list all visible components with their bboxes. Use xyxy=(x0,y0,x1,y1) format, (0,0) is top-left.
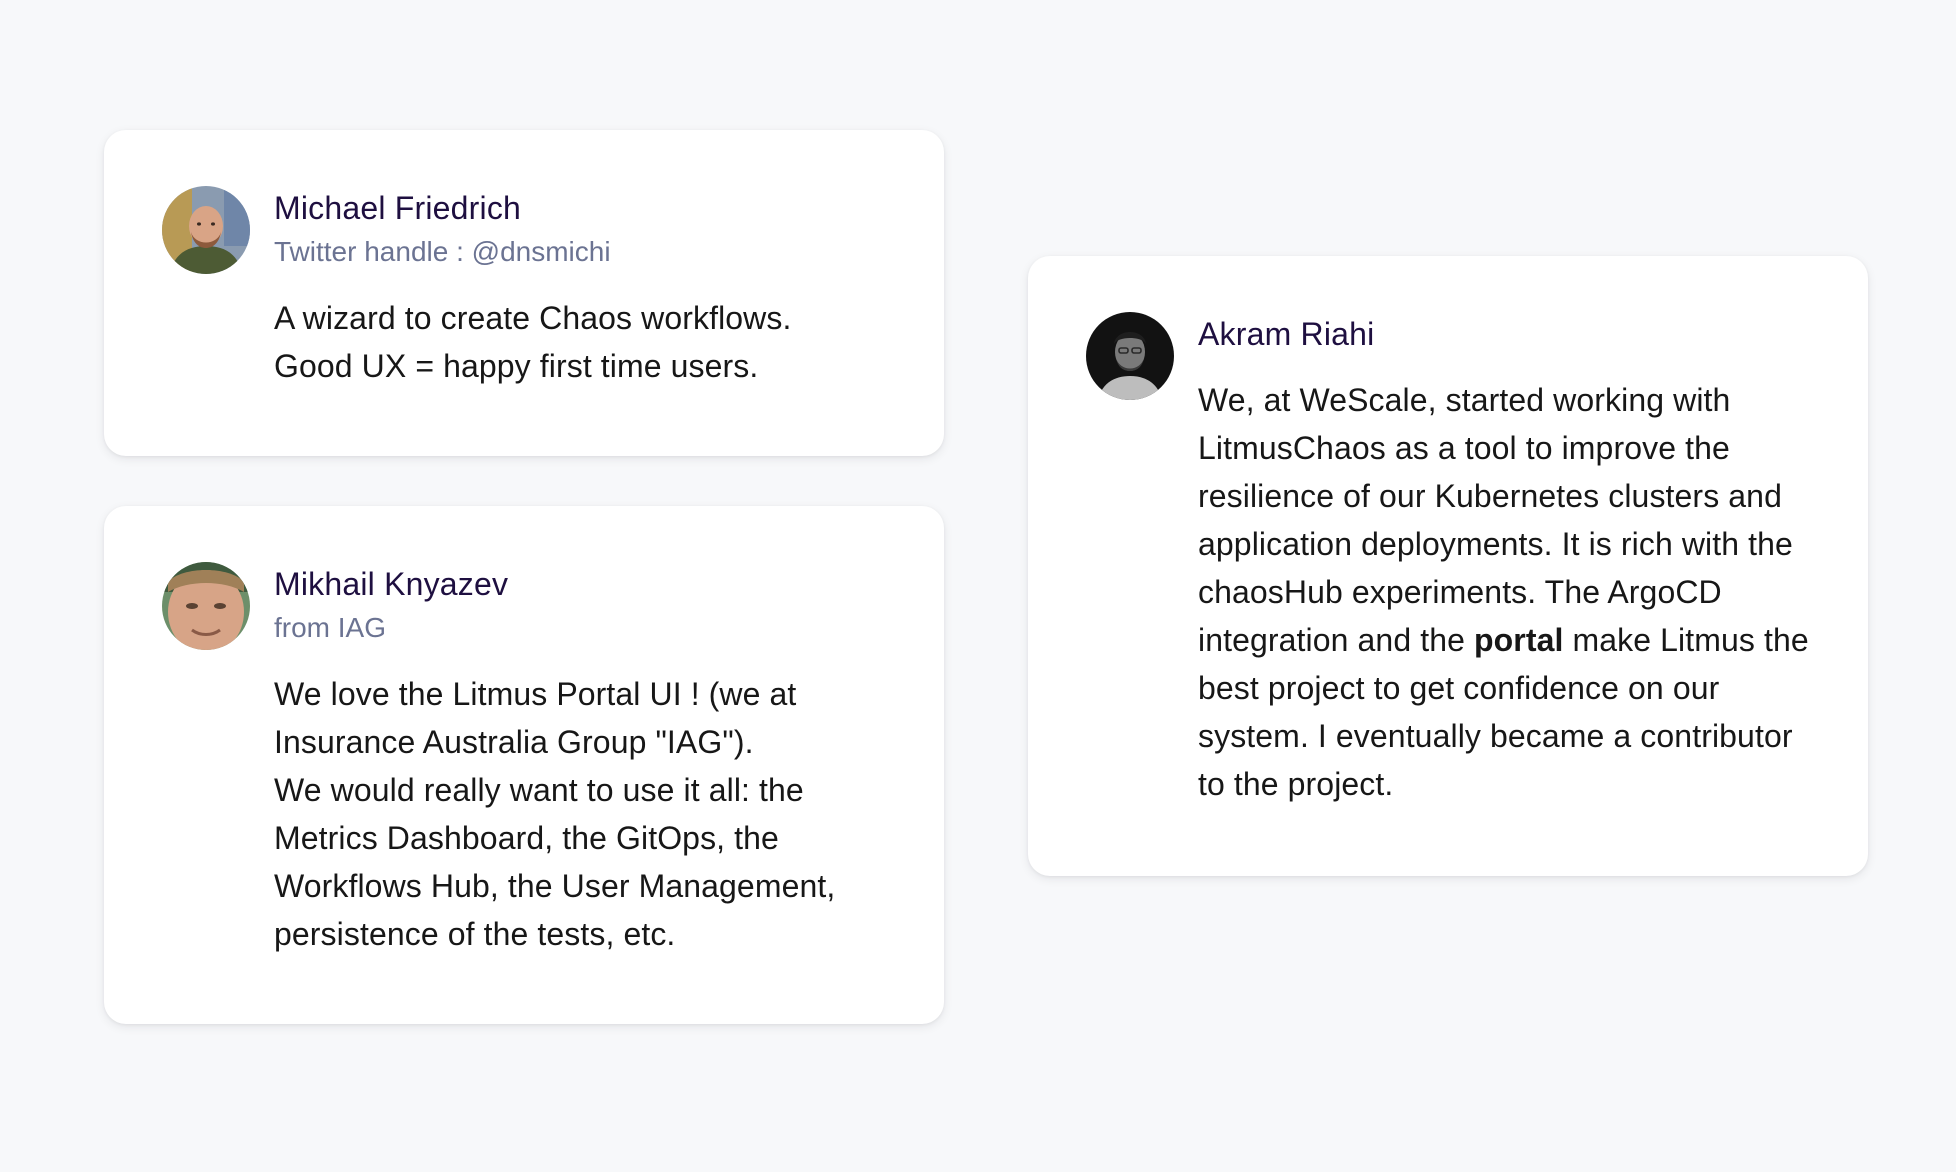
avatar-photo-mikhail xyxy=(162,562,250,650)
avatar-photo-akram xyxy=(1086,312,1174,400)
author-name: Michael Friedrich xyxy=(274,190,522,226)
quote-line: We would really want to use it all: the … xyxy=(274,772,836,952)
testimonial-quote: We, at WeScale, started working with Lit… xyxy=(1198,376,1828,808)
author-name: Akram Riahi xyxy=(1198,316,1375,352)
quote-bold-text: portal xyxy=(1473,622,1564,658)
testimonial-quote: We love the Litmus Portal UI ! (we at In… xyxy=(274,670,904,958)
author-subtitle: from IAG xyxy=(274,612,387,643)
testimonial-card-mikhail-knyazev: Mikhail Knyazev from IAG We love the Lit… xyxy=(104,506,944,1024)
testimonial-card-michael-friedrich: Michael Friedrich Twitter handle : @dnsm… xyxy=(104,130,944,456)
avatar xyxy=(162,186,250,274)
author-name: Mikhail Knyazev xyxy=(274,566,509,602)
testimonial-card-akram-riahi: Akram Riahi We, at WeScale, started work… xyxy=(1028,256,1868,876)
quote-line: We love the Litmus Portal UI ! (we at In… xyxy=(274,676,797,760)
quote-text: We, at WeScale, started working with Lit… xyxy=(1198,382,1793,658)
avatar-photo-michael xyxy=(162,186,250,274)
author-subtitle: Twitter handle : @dnsmichi xyxy=(274,236,611,267)
avatar xyxy=(1086,312,1174,400)
avatar xyxy=(162,562,250,650)
quote-line: A wizard to create Chaos workflows. xyxy=(274,300,792,336)
testimonial-quote: A wizard to create Chaos workflows. Good… xyxy=(274,294,904,390)
quote-line: Good UX = happy first time users. xyxy=(274,348,759,384)
